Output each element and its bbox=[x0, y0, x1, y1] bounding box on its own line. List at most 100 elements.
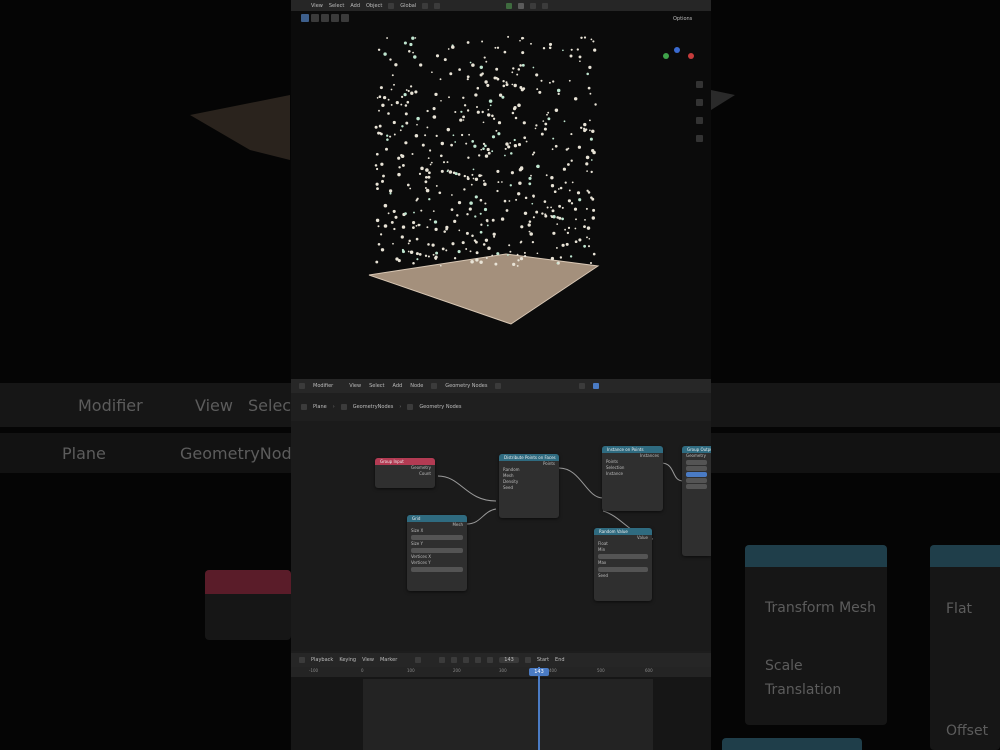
jump-start-icon[interactable] bbox=[439, 657, 446, 663]
editor-type-icon[interactable] bbox=[299, 383, 305, 389]
scatter-point bbox=[474, 215, 477, 218]
breadcrumb-node-tree[interactable]: Geometry Nodes bbox=[419, 404, 461, 410]
field-output-2[interactable] bbox=[686, 466, 707, 471]
scatter-point bbox=[419, 63, 423, 67]
node-menu-view[interactable]: View bbox=[349, 383, 361, 389]
timer-icon[interactable] bbox=[524, 657, 531, 663]
timeline-menu-view[interactable]: View bbox=[362, 657, 374, 663]
scatter-point bbox=[426, 109, 429, 113]
overlay-toggle-icon[interactable] bbox=[593, 383, 600, 389]
timeline-editor-icon[interactable] bbox=[299, 657, 305, 663]
scatter-point bbox=[432, 210, 435, 212]
scatter-point bbox=[523, 136, 527, 140]
snap-icon[interactable] bbox=[422, 2, 429, 9]
menu-select[interactable]: Select bbox=[329, 3, 344, 9]
current-frame-field[interactable]: 143 bbox=[499, 657, 519, 663]
timeline-menu-playback[interactable]: Playback bbox=[311, 657, 333, 663]
scatter-point bbox=[407, 250, 410, 253]
field-max-value[interactable] bbox=[598, 567, 648, 572]
scatter-point bbox=[439, 264, 442, 267]
menu-add[interactable]: Add bbox=[350, 3, 360, 9]
playhead[interactable] bbox=[538, 667, 540, 750]
node-menu-node[interactable]: Node bbox=[410, 383, 423, 389]
scatter-point bbox=[421, 143, 425, 147]
scatter-point bbox=[524, 255, 527, 258]
field-output-5[interactable] bbox=[686, 484, 707, 489]
playhead-frame-label[interactable]: 143 bbox=[529, 668, 549, 676]
node-instance-on-points[interactable]: Instance on Points Instances Points Sele… bbox=[602, 446, 663, 511]
timeline-menu-keying[interactable]: Keying bbox=[339, 657, 356, 663]
node-distribute-points[interactable]: Distribute Points on Faces Points Random… bbox=[499, 454, 559, 518]
menu-view[interactable]: View bbox=[311, 3, 323, 9]
shading-rendered-icon[interactable] bbox=[542, 2, 549, 9]
scatter-point bbox=[440, 141, 445, 146]
timeline-ruler[interactable]: -100 0 100 200 300 400 500 600 bbox=[291, 667, 711, 677]
timeline-menu-marker[interactable]: Marker bbox=[380, 657, 397, 663]
socket-output-geometry[interactable]: Geometry bbox=[682, 453, 711, 459]
scatter-point bbox=[507, 35, 510, 38]
scatter-point bbox=[509, 184, 512, 187]
field-seed[interactable]: Seed bbox=[499, 485, 559, 491]
play-icon[interactable] bbox=[475, 657, 482, 663]
node-tree-icon[interactable] bbox=[431, 383, 438, 389]
node-editor-canvas[interactable]: Group Input Geometry Count Grid Mesh Siz… bbox=[291, 421, 711, 651]
field-vertices-y[interactable]: Vertices Y bbox=[407, 560, 467, 566]
timeline[interactable]: -100 0 100 200 300 400 500 600 143 bbox=[291, 667, 711, 750]
scatter-point bbox=[505, 81, 508, 84]
shading-material-icon[interactable] bbox=[530, 2, 537, 9]
node-menu-add[interactable]: Add bbox=[393, 383, 403, 389]
breadcrumb-modifier[interactable]: GeometryNodes bbox=[353, 404, 394, 410]
end-frame-label[interactable]: End bbox=[555, 657, 565, 663]
overlay-icon[interactable] bbox=[506, 2, 513, 9]
field-output-4[interactable] bbox=[686, 478, 707, 483]
field-size-y-value[interactable] bbox=[411, 548, 463, 553]
jump-end-icon[interactable] bbox=[487, 657, 494, 663]
node-menu-select[interactable]: Select bbox=[369, 383, 384, 389]
scatter-point bbox=[471, 234, 474, 238]
orientation-dropdown[interactable]: Global bbox=[400, 3, 416, 9]
scatter-point bbox=[438, 191, 442, 195]
viewport-3d[interactable]: Options bbox=[291, 11, 711, 379]
node-group-output[interactable]: Group Output Geometry bbox=[682, 446, 711, 556]
start-frame-label[interactable]: Start bbox=[537, 657, 549, 663]
breadcrumb-plane[interactable]: Plane bbox=[313, 404, 327, 410]
node-random-value[interactable]: Random Value Value Float Min Max Seed bbox=[594, 528, 652, 601]
frame-range bbox=[363, 679, 653, 750]
menu-object[interactable]: Object bbox=[366, 3, 382, 9]
snap-toggle-icon[interactable] bbox=[579, 383, 586, 389]
scatter-point bbox=[576, 191, 581, 195]
transform-orientation-icon[interactable] bbox=[388, 2, 395, 9]
shading-solid-icon[interactable] bbox=[518, 2, 525, 9]
record-icon[interactable] bbox=[415, 657, 422, 663]
node-tree-selector[interactable]: Geometry Nodes bbox=[445, 383, 487, 389]
field-max[interactable]: Max bbox=[594, 560, 652, 566]
scatter-point bbox=[434, 92, 438, 97]
scatter-point bbox=[485, 60, 488, 63]
scatter-point bbox=[519, 241, 522, 244]
field-output-1[interactable] bbox=[686, 460, 707, 465]
field-size-y[interactable]: Size Y bbox=[407, 541, 467, 547]
node-group-input[interactable]: Group Input Geometry Count bbox=[375, 458, 435, 488]
scatter-point bbox=[418, 253, 422, 256]
field-size-x[interactable]: Size X bbox=[407, 528, 467, 534]
editor-type-dropdown[interactable]: Modifier bbox=[313, 383, 333, 389]
socket-count[interactable]: Count bbox=[375, 471, 435, 477]
scatter-point bbox=[487, 246, 491, 251]
node-grid[interactable]: Grid Mesh Size X Size Y Vertices X Verti… bbox=[407, 515, 467, 591]
field-vertices-value[interactable] bbox=[411, 567, 463, 572]
field-min-value[interactable] bbox=[598, 554, 648, 559]
pause-icon[interactable] bbox=[463, 657, 470, 663]
proportional-edit-icon[interactable] bbox=[434, 2, 441, 9]
scatter-point bbox=[466, 78, 469, 81]
scatter-point bbox=[483, 182, 487, 187]
play-reverse-icon[interactable] bbox=[451, 657, 458, 663]
node-tree-new-icon[interactable] bbox=[495, 383, 502, 389]
field-output-3[interactable] bbox=[686, 472, 707, 477]
scatter-point bbox=[375, 218, 380, 223]
field-random-seed[interactable]: Seed bbox=[594, 573, 652, 579]
scatter-point bbox=[559, 256, 563, 259]
socket-instance[interactable]: Instance bbox=[602, 471, 663, 477]
scatter-point bbox=[391, 74, 394, 77]
field-min[interactable]: Min bbox=[594, 547, 652, 553]
field-size-x-value[interactable] bbox=[411, 535, 463, 540]
